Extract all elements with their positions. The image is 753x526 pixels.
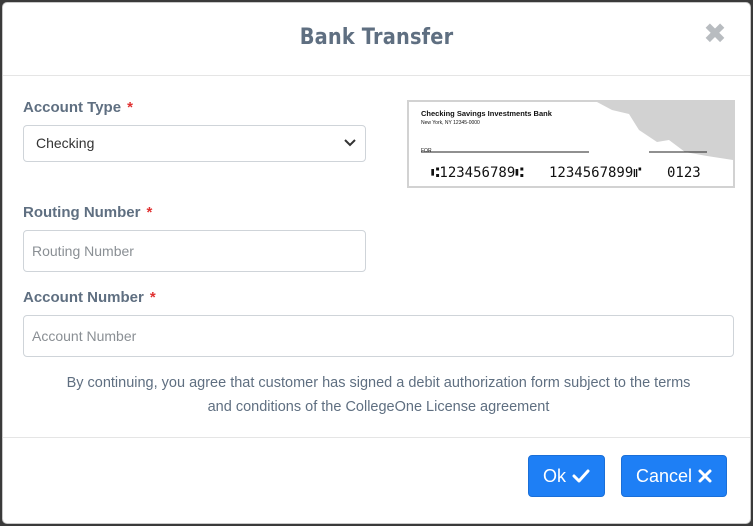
required-marker: * (146, 204, 153, 221)
check-number: 0123 (667, 165, 701, 181)
account-number-label-text: Account Number (23, 289, 144, 306)
account-type-label-text: Account Type (23, 99, 122, 116)
notice-line-1: By continuing, you agree that customer h… (66, 375, 691, 391)
ok-button[interactable]: Ok (528, 455, 605, 497)
check-illustration: Checking Savings Investments Bank New Yo… (407, 100, 735, 188)
check-routing-digits: ⑆123456789⑆ (431, 165, 524, 181)
required-marker: * (127, 99, 133, 116)
check-bank-address: New York, NY 12345-0000 (421, 120, 480, 126)
chevron-down-icon (344, 139, 356, 147)
check-for-label: FOR (421, 148, 432, 154)
check-account-digits: 1234567899⑈ (549, 165, 642, 181)
modal-title: Bank Transfer (299, 25, 454, 50)
footer-divider (3, 437, 750, 438)
routing-number-label: Routing Number * (23, 204, 152, 221)
account-type-selected-value: Checking (36, 135, 95, 151)
account-type-label: Account Type * (23, 99, 133, 116)
authorization-notice: By continuing, you agree that customer h… (23, 371, 734, 419)
account-number-input[interactable] (23, 315, 734, 357)
routing-number-input[interactable] (23, 230, 366, 272)
x-icon (698, 469, 712, 483)
account-type-select[interactable]: Checking (23, 125, 366, 162)
ok-button-label: Ok (542, 465, 566, 486)
close-icon[interactable]: ✖ (702, 20, 728, 48)
notice-line-2: and conditions of the CollegeOne License… (207, 399, 550, 415)
check-bank-name: Checking Savings Investments Bank (421, 109, 553, 118)
sample-check-image: Checking Savings Investments Bank New Yo… (407, 100, 735, 188)
check-icon (572, 469, 590, 483)
cancel-button[interactable]: Cancel (621, 455, 727, 497)
account-number-label: Account Number * (23, 289, 156, 306)
bank-transfer-modal: Bank Transfer ✖ Account Type * Checking C… (2, 2, 751, 524)
routing-number-label-text: Routing Number (23, 204, 141, 221)
required-marker: * (149, 289, 156, 306)
modal-header: Bank Transfer ✖ (3, 3, 750, 76)
cancel-button-label: Cancel (635, 465, 693, 486)
